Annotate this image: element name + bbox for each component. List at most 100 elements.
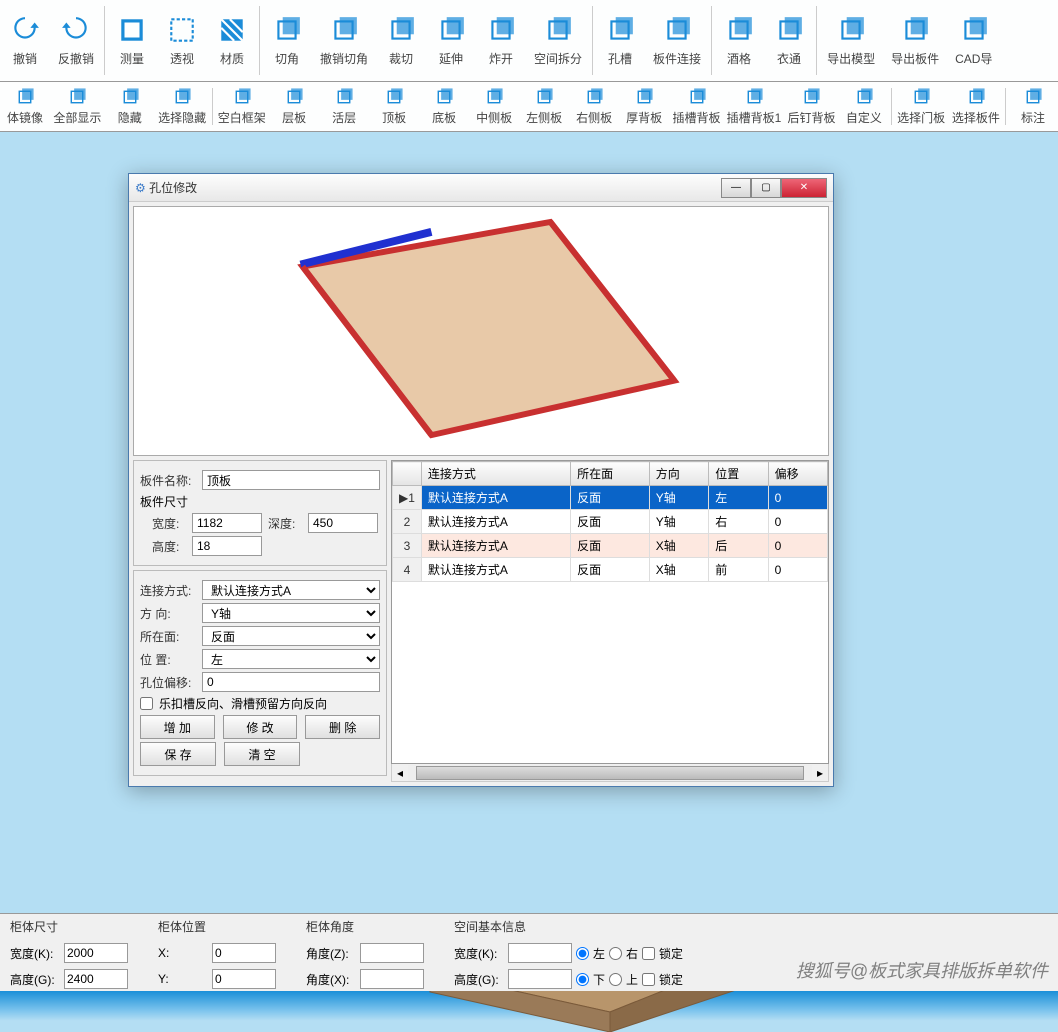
export1-icon [835, 14, 867, 46]
toolbar-measure[interactable]: 测量 [107, 2, 157, 79]
pos-x-input[interactable] [212, 943, 276, 963]
toolbar-export1[interactable]: 导出模型 [819, 2, 883, 79]
panel-preview[interactable] [133, 206, 829, 456]
pos-select[interactable]: 左 [202, 649, 380, 669]
toolbar-p11[interactable]: 后钉背板 [784, 84, 839, 129]
lock2-checkbox[interactable] [642, 973, 655, 986]
toolbar-material[interactable]: 材质 [207, 2, 257, 79]
toolbar-frame[interactable]: 空白框架 [214, 84, 269, 129]
toolbar-p4[interactable]: 底板 [419, 84, 469, 129]
toolbar-cad[interactable]: CAD导 [947, 2, 1000, 79]
table-row[interactable]: 2默认连接方式A反面Y轴右0 [393, 510, 828, 534]
face-label: 所在面: [140, 628, 196, 645]
panel-name-input[interactable] [202, 470, 380, 490]
dialog-titlebar[interactable]: ⚙ 孔位修改 — ▢ ✕ [129, 174, 833, 202]
depth-input[interactable] [308, 513, 378, 533]
toolbar-p9[interactable]: 插槽背板 [669, 84, 724, 129]
toolbar-redo[interactable]: 反撤销 [50, 2, 102, 79]
space-height-input[interactable] [508, 969, 572, 989]
undo-icon [9, 14, 41, 46]
toolbar-persp[interactable]: 透视 [157, 2, 207, 79]
minimize-button[interactable]: — [721, 178, 751, 198]
toolbar-connect[interactable]: 板件连接 [645, 2, 709, 79]
toolbar-cut2[interactable]: 撤销切角 [312, 2, 376, 79]
toolbar-wine[interactable]: 酒格 [714, 2, 764, 79]
height-input[interactable] [192, 536, 262, 556]
lock1-checkbox[interactable] [642, 947, 655, 960]
toolbar-p1[interactable]: 层板 [269, 84, 319, 129]
angle-x-input[interactable] [360, 969, 424, 989]
cad-icon [958, 14, 990, 46]
gear-icon: ⚙ [135, 181, 146, 195]
g4-title: 空间基本信息 [454, 918, 683, 935]
angle-z-input[interactable] [360, 943, 424, 963]
toolbar-p8[interactable]: 厚背板 [619, 84, 669, 129]
cut3-icon [385, 14, 417, 46]
toolbar-selpanel[interactable]: 选择板件 [948, 84, 1003, 129]
table-row[interactable]: 4默认连接方式A反面X轴前0 [393, 558, 828, 582]
toolbar-split[interactable]: 空间拆分 [526, 2, 590, 79]
annot-icon [1022, 87, 1044, 107]
toolbar-p2[interactable]: 活层 [319, 84, 369, 129]
toolbar-rail[interactable]: 衣通 [764, 2, 814, 79]
rail-icon [773, 14, 805, 46]
reverse-checkbox[interactable] [140, 697, 153, 710]
offset-input[interactable] [202, 672, 380, 692]
toolbar-export2[interactable]: 导出板件 [883, 2, 947, 79]
width-input[interactable] [192, 513, 262, 533]
pos-y-input[interactable] [212, 969, 276, 989]
cab-width-input[interactable] [64, 943, 128, 963]
selpanel-icon [965, 87, 987, 107]
toolbar-explode[interactable]: 炸开 [476, 2, 526, 79]
explode-icon [485, 14, 517, 46]
down-radio[interactable] [576, 973, 589, 986]
up-radio[interactable] [609, 973, 622, 986]
toolbar-p3[interactable]: 顶板 [369, 84, 419, 129]
toolbar-hole[interactable]: 孔槽 [595, 2, 645, 79]
toolbar-p5[interactable]: 中侧板 [469, 84, 519, 129]
pos-label: 位 置: [140, 651, 196, 668]
toolbar-extend[interactable]: 延伸 [426, 2, 476, 79]
toolbar-undo[interactable]: 撤销 [0, 2, 50, 79]
toolbar-p6[interactable]: 左侧板 [519, 84, 569, 129]
toolbar-annot[interactable]: 标注 [1008, 84, 1058, 129]
toolbar-seldoor[interactable]: 选择门板 [894, 84, 949, 129]
p10-icon [743, 87, 765, 107]
p8-icon [633, 87, 655, 107]
offset-label: 孔位偏移: [140, 674, 196, 691]
connect-icon [661, 14, 693, 46]
toolbar-p10[interactable]: 插槽背板1 [724, 84, 784, 129]
table-row[interactable]: ▶1默认连接方式A反面Y轴左0 [393, 486, 828, 510]
toolbar-cut1[interactable]: 切角 [262, 2, 312, 79]
right-radio[interactable] [609, 947, 622, 960]
delete-button[interactable]: 删 除 [305, 715, 380, 739]
toolbar-cut3[interactable]: 裁切 [376, 2, 426, 79]
add-button[interactable]: 增 加 [140, 715, 215, 739]
toolbar-selhide[interactable]: 选择隐藏 [155, 84, 210, 129]
close-button[interactable]: ✕ [781, 178, 827, 198]
toolbar-hide[interactable]: 隐藏 [105, 84, 155, 129]
table-row[interactable]: 3默认连接方式A反面X轴后0 [393, 534, 828, 558]
dir-select[interactable]: Y轴 [202, 603, 380, 623]
grid-scrollbar[interactable]: ◂▸ [391, 764, 829, 782]
save-button[interactable]: 保 存 [140, 742, 216, 766]
maximize-button[interactable]: ▢ [751, 178, 781, 198]
toolbar-mirror[interactable]: 体镜像 [0, 84, 50, 129]
height-label: 高度: [152, 538, 186, 555]
p7-icon [583, 87, 605, 107]
toolbar-p7[interactable]: 右侧板 [569, 84, 619, 129]
toolbar-showall[interactable]: 全部显示 [50, 84, 105, 129]
conn-select[interactable]: 默认连接方式A [202, 580, 380, 600]
sub-toolbar: 体镜像全部显示隐藏选择隐藏空白框架层板活层顶板底板中侧板左侧板右侧板厚背板插槽背… [0, 82, 1058, 132]
toolbar-custom[interactable]: 自定义 [839, 84, 889, 129]
export2-icon [899, 14, 931, 46]
cab-height-input[interactable] [64, 969, 128, 989]
left-radio[interactable] [576, 947, 589, 960]
cut1-icon [271, 14, 303, 46]
face-select[interactable]: 反面 [202, 626, 380, 646]
clear-button[interactable]: 清 空 [224, 742, 300, 766]
connection-grid[interactable]: 连接方式所在面方向位置偏移▶1默认连接方式A反面Y轴左02默认连接方式A反面Y轴… [391, 460, 829, 764]
space-width-input[interactable] [508, 943, 572, 963]
g3-title: 柜体角度 [306, 918, 424, 935]
modify-button[interactable]: 修 改 [223, 715, 298, 739]
